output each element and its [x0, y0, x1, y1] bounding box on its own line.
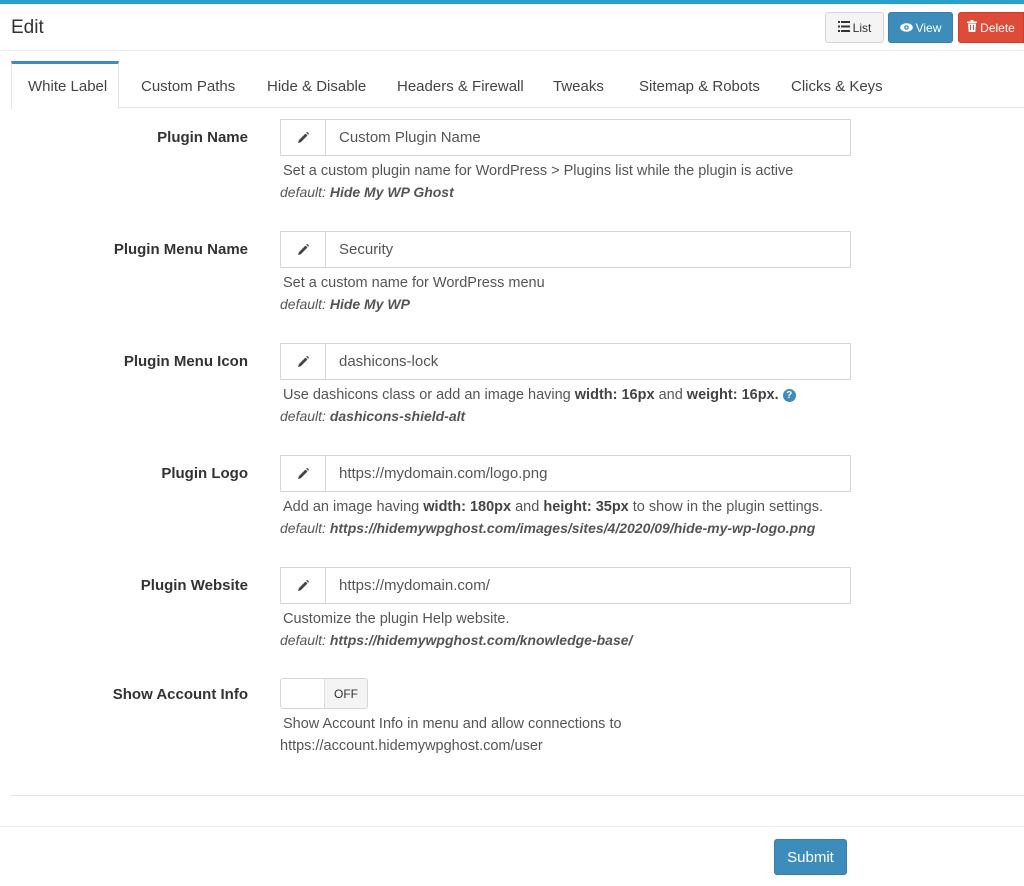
logo-default: default: https://hidemywpghost.com/image… [280, 520, 815, 536]
menu-icon-default-value: dashicons-shield-alt [329, 408, 466, 424]
menu-icon-default: default: dashicons-shield-alt [280, 408, 465, 424]
plugin-name-default: default: Hide My WP Ghost [280, 184, 454, 200]
website-help: Customize the plugin Help website. [283, 611, 510, 627]
toggle-state: OFF [325, 679, 367, 708]
menu-name-default-value: Hide My WP [329, 296, 410, 312]
logo-help-height: height: 35px [543, 499, 629, 515]
website-field[interactable] [326, 567, 851, 604]
default-prefix: default: [280, 632, 326, 648]
delete-button-label: Delete [980, 20, 1015, 35]
website-default-value: https://hidemywpghost.com/knowledge-base… [329, 632, 633, 648]
tab-sitemap-robots[interactable]: Sitemap & Robots [639, 61, 760, 108]
website-label: Plugin Website [140, 577, 248, 594]
logo-help-text: Add an image having [283, 499, 424, 515]
help-question-icon[interactable]: ? [782, 389, 796, 402]
default-prefix: default: [280, 184, 326, 200]
logo-help-width: width: 180px [423, 499, 512, 515]
menu-icon-label: Plugin Menu Icon [123, 353, 248, 370]
default-prefix: default: [280, 296, 326, 312]
logo-help-and: and [511, 499, 544, 515]
pencil-icon [280, 343, 326, 380]
pencil-icon [280, 567, 326, 604]
delete-button[interactable]: Delete [958, 12, 1024, 43]
website-input-group [280, 567, 851, 604]
menu-icon-input-group [280, 343, 851, 380]
account-info-help-line1: Show Account Info in menu and allow conn… [283, 716, 622, 732]
default-prefix: default: [280, 520, 326, 536]
list-button[interactable]: List [825, 12, 884, 43]
view-button-label: View [915, 20, 942, 35]
menu-icon-help-width: width: 16px [574, 387, 655, 403]
menu-icon-field[interactable] [326, 343, 851, 380]
menu-icon-help: Use dashicons class or add an image havi… [283, 387, 796, 403]
tab-tweaks[interactable]: Tweaks [553, 61, 604, 108]
plugin-name-input-group [280, 119, 851, 156]
footer-divider [0, 826, 1024, 827]
menu-icon-help-and: and [654, 387, 687, 403]
menu-name-field[interactable] [326, 231, 851, 268]
pencil-icon [280, 119, 326, 156]
menu-icon-help-weight: weight: 16px. [686, 387, 779, 403]
menu-name-label: Plugin Menu Name [113, 241, 248, 258]
account-info-label: Show Account Info [112, 686, 248, 703]
default-prefix: default: [280, 408, 326, 424]
tab-headers-firewall[interactable]: Headers & Firewall [397, 61, 524, 108]
tab-clicks-keys[interactable]: Clicks & Keys [791, 61, 883, 108]
tab-bar: White Label Custom Paths Hide & Disable … [11, 61, 1024, 109]
plugin-name-label: Plugin Name [157, 129, 248, 146]
plugin-name-help: Set a custom plugin name for WordPress >… [283, 163, 794, 179]
list-button-label: List [852, 20, 872, 35]
menu-name-help: Set a custom name for WordPress menu [283, 275, 545, 291]
website-default: default: https://hidemywpghost.com/knowl… [280, 632, 632, 648]
pencil-icon [280, 455, 326, 492]
menu-icon-help-text: Use dashicons class or add an image havi… [283, 387, 575, 403]
white-label-panel: Plugin Name Set a custom plugin name for… [11, 108, 1024, 796]
pencil-icon [280, 231, 326, 268]
plugin-name-default-value: Hide My WP Ghost [329, 184, 454, 200]
tab-white-label[interactable]: White Label [11, 61, 119, 109]
view-button[interactable]: View [888, 12, 953, 43]
logo-help: Add an image having width: 180px and hei… [283, 499, 823, 515]
tab-hide-disable[interactable]: Hide & Disable [267, 61, 366, 108]
tab-custom-paths[interactable]: Custom Paths [141, 61, 235, 108]
list-icon [837, 20, 850, 35]
page-title: Edit [11, 17, 44, 38]
submit-button[interactable]: Submit [774, 839, 847, 875]
plugin-name-field[interactable] [326, 119, 851, 156]
account-info-help-line2: https://account.hidemywpghost.com/user [280, 738, 543, 754]
account-info-toggle[interactable]: OFF [280, 678, 368, 709]
page-header: Edit List View Delete [0, 4, 1024, 51]
trash-icon [967, 20, 978, 35]
menu-name-default: default: Hide My WP [280, 296, 410, 312]
logo-label: Plugin Logo [161, 465, 248, 482]
menu-name-input-group [280, 231, 851, 268]
toggle-knob [281, 679, 325, 708]
eye-icon [899, 21, 913, 35]
logo-default-value: https://hidemywpghost.com/images/sites/4… [329, 520, 816, 536]
logo-field[interactable] [326, 455, 851, 492]
logo-input-group [280, 455, 851, 492]
logo-help-tail: to show in the plugin settings. [628, 499, 824, 515]
